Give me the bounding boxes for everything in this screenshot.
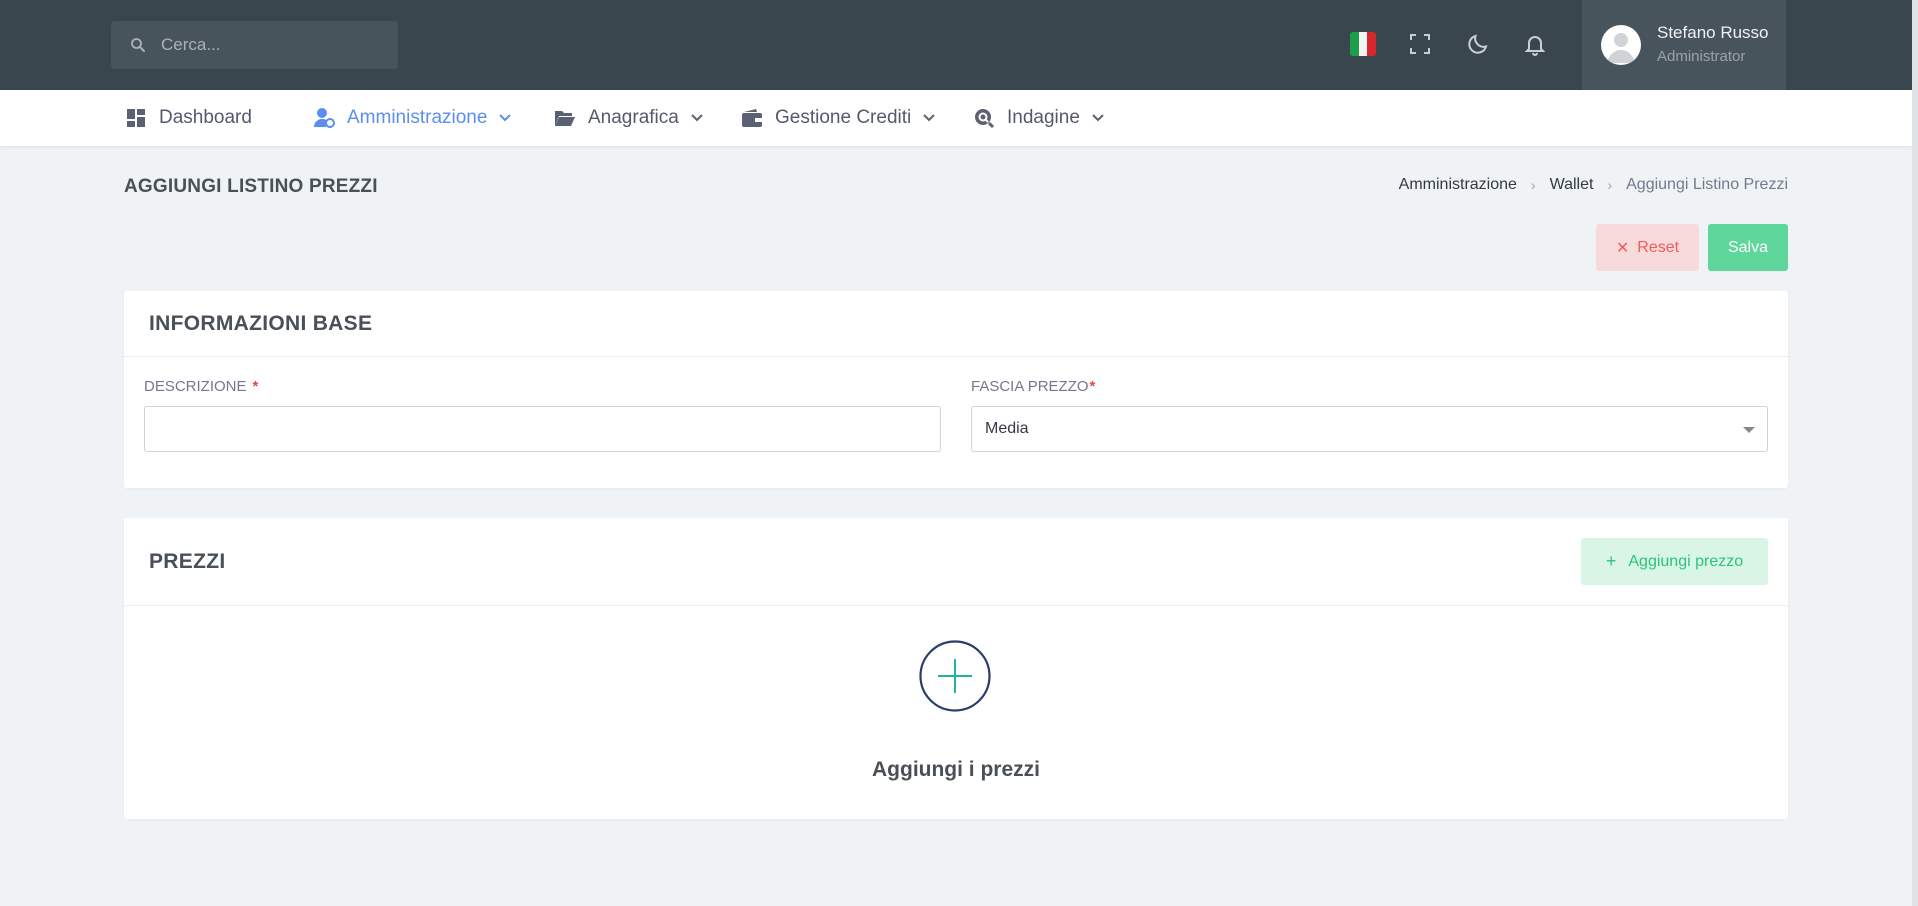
add-price-label: Aggiungi prezzo <box>1628 552 1744 570</box>
fullscreen-icon[interactable] <box>1406 30 1434 58</box>
breadcrumb-amministrazione[interactable]: Amministrazione <box>1399 176 1517 194</box>
save-label: Salva <box>1727 238 1769 256</box>
italy-flag-icon[interactable] <box>1350 32 1376 56</box>
close-icon: ✕ <box>1615 239 1630 257</box>
plus-icon: + <box>1605 551 1617 571</box>
card-title: PREZZI <box>149 549 226 573</box>
chevron-down-icon <box>499 114 512 122</box>
descrizione-input[interactable] <box>144 406 941 452</box>
user-menu[interactable]: Stefano Russo Administrator <box>1582 0 1786 90</box>
page-title: AGGIUNGI LISTINO PREZZI <box>124 176 378 197</box>
chevron-down-icon <box>923 114 935 122</box>
save-button[interactable]: Salva <box>1708 224 1788 271</box>
search-input[interactable] <box>161 35 381 55</box>
required-mark: * <box>1089 378 1096 395</box>
nav-item-dashboard[interactable]: Dashboard <box>125 90 252 146</box>
reset-label: Reset <box>1637 238 1680 256</box>
caret-down-icon <box>1743 427 1755 433</box>
search-icon <box>129 36 147 54</box>
nav-item-anagrafica[interactable]: Anagrafica <box>554 90 703 146</box>
chevron-right-icon: › <box>1607 177 1613 193</box>
nav-label: Indagine <box>1007 107 1080 128</box>
search-circle-icon <box>973 107 995 129</box>
descrizione-label: DESCRIZIONE * <box>144 378 258 395</box>
bell-icon[interactable] <box>1521 30 1549 58</box>
descrizione-label-text: DESCRIZIONE <box>144 378 247 395</box>
add-circle-icon[interactable] <box>919 640 991 712</box>
nav-label: Dashboard <box>159 107 252 128</box>
empty-state-text: Aggiungi i prezzi <box>872 758 1040 781</box>
fascia-prezzo-label: FASCIA PREZZO* <box>971 378 1095 395</box>
info-base-card: INFORMAZIONI BASE DESCRIZIONE * FASCIA PR… <box>124 291 1788 488</box>
fascia-prezzo-label-text: FASCIA PREZZO <box>971 378 1089 395</box>
chevron-down-icon <box>691 114 703 122</box>
user-admin-icon <box>313 107 335 129</box>
moon-icon[interactable] <box>1464 30 1492 58</box>
card-title: INFORMAZIONI BASE <box>149 311 373 335</box>
dashboard-icon <box>125 107 147 129</box>
breadcrumb: Amministrazione › Wallet › Aggiungi List… <box>1399 176 1788 194</box>
top-bar: Stefano Russo Administrator <box>0 0 1912 90</box>
prezzi-card: PREZZI + Aggiungi prezzo Aggiungi i prez… <box>124 518 1788 819</box>
nav-item-amministrazione[interactable]: Amministrazione <box>313 90 512 146</box>
user-name: Stefano Russo <box>1657 23 1769 42</box>
search-box[interactable] <box>111 21 398 69</box>
add-price-button[interactable]: + Aggiungi prezzo <box>1581 538 1768 585</box>
chevron-right-icon: › <box>1530 177 1536 193</box>
nav-label: Amministrazione <box>347 107 488 128</box>
fascia-prezzo-select[interactable]: Media <box>971 406 1768 452</box>
chevron-down-icon <box>1092 114 1104 122</box>
reset-button[interactable]: ✕ Reset <box>1596 224 1699 271</box>
nav-label: Gestione Crediti <box>775 107 912 128</box>
main-nav: Dashboard Amministrazione Anagrafica Ges… <box>0 90 1912 146</box>
nav-item-indagine[interactable]: Indagine <box>973 90 1104 146</box>
required-mark: * <box>252 378 259 395</box>
breadcrumb-wallet[interactable]: Wallet <box>1550 176 1594 194</box>
wallet-icon <box>741 107 763 129</box>
scrollbar[interactable] <box>1912 0 1918 906</box>
avatar <box>1601 25 1641 65</box>
nav-item-gestione-crediti[interactable]: Gestione Crediti <box>741 90 935 146</box>
fascia-prezzo-value: Media <box>985 420 1029 437</box>
nav-label: Anagrafica <box>588 107 679 128</box>
breadcrumb-current: Aggiungi Listino Prezzi <box>1626 176 1788 193</box>
folder-open-icon <box>554 107 576 129</box>
user-role: Administrator <box>1657 48 1746 65</box>
